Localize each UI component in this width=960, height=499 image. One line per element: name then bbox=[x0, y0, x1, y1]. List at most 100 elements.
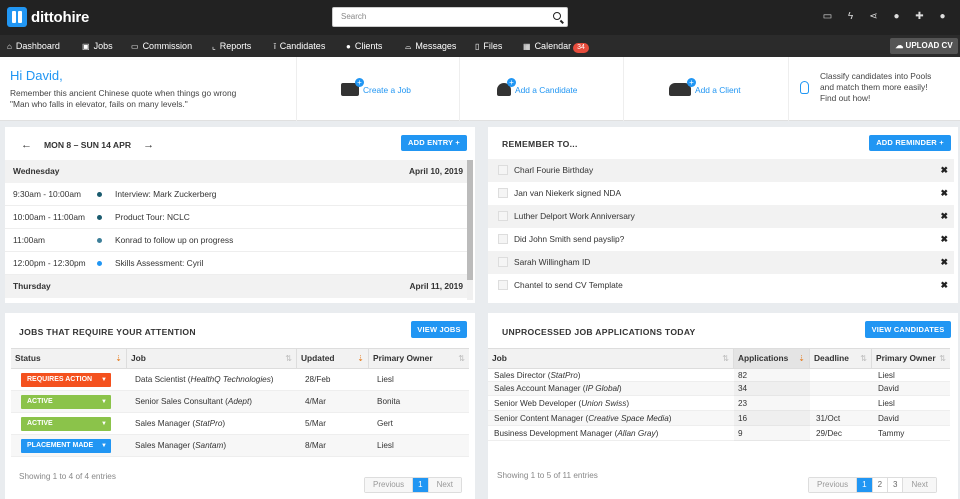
col-status[interactable]: Status ⇣ bbox=[11, 349, 127, 368]
company-name: StatPro bbox=[550, 371, 578, 380]
reminder-checkbox[interactable] bbox=[498, 234, 508, 244]
next-week-arrow-icon[interactable]: → bbox=[143, 139, 154, 151]
event-title: Interview: Mark Zuckerberg bbox=[115, 189, 217, 199]
applications-cell: 9 bbox=[734, 426, 810, 441]
table-row[interactable]: ACTIVE ▼ Sales Manager (StatPro) 5/Mar Ge… bbox=[11, 413, 469, 435]
reminder-checkbox[interactable] bbox=[498, 280, 508, 290]
prev-week-arrow-icon[interactable]: ← bbox=[21, 139, 32, 151]
bolt-icon[interactable]: ϟ bbox=[839, 11, 862, 23]
table-row[interactable]: Business Development Manager (Allan Gray… bbox=[488, 426, 950, 441]
add-client-link[interactable]: + Add a Client bbox=[669, 78, 741, 96]
nav-dashboard[interactable]: ⌂ Dashboard bbox=[7, 35, 60, 57]
create-job-link[interactable]: + Create a Job bbox=[341, 78, 411, 96]
applications-title: UNPROCESSED JOB APPLICATIONS TODAY bbox=[502, 327, 696, 337]
col-job[interactable]: Job ⇅ bbox=[488, 349, 734, 368]
col-owner[interactable]: Primary Owner ⇅ bbox=[872, 349, 950, 368]
close-icon[interactable]: ✖ bbox=[940, 159, 948, 182]
status-dropdown[interactable]: ACTIVE ▼ bbox=[21, 395, 111, 409]
event-dot-icon bbox=[97, 215, 102, 220]
event-time: 9:30am - 10:00am bbox=[13, 189, 81, 199]
user-icon[interactable]: ● bbox=[931, 11, 954, 23]
nav-messages[interactable]: ⌓ Messages bbox=[405, 35, 456, 57]
col-label: Applications bbox=[738, 353, 789, 363]
updated-cell: 28/Feb bbox=[305, 375, 331, 384]
reminder-item: Jan van Niekerk signed NDA ✖ bbox=[488, 182, 954, 205]
reminder-checkbox[interactable] bbox=[498, 257, 508, 267]
close-icon[interactable]: ✖ bbox=[940, 251, 948, 274]
view-jobs-button[interactable]: VIEW JOBS bbox=[411, 321, 467, 338]
plus-icon[interactable]: ✚ bbox=[908, 11, 931, 23]
applications-pagination: Previous 1 2 3 Next bbox=[808, 477, 937, 493]
jobs-entries-info: Showing 1 to 4 of 4 entries bbox=[19, 472, 116, 481]
calendar-event[interactable]: 12:00pm - 12:30pm Skills Assessment: Cyr… bbox=[5, 252, 471, 275]
close-icon[interactable]: ✖ bbox=[940, 205, 948, 228]
nav-reports[interactable]: ⌞ Reports bbox=[212, 35, 251, 57]
page-button[interactable]: 1 bbox=[413, 478, 429, 492]
nav-calendar[interactable]: ▦ Calendar 34 bbox=[523, 35, 589, 57]
table-row[interactable]: Senior Content Manager (Creative Space M… bbox=[488, 411, 950, 426]
col-job[interactable]: Job ⇅ bbox=[127, 349, 297, 368]
prev-page-button[interactable]: Previous bbox=[809, 478, 858, 492]
prev-page-button[interactable]: Previous bbox=[365, 478, 414, 492]
close-icon[interactable]: ✖ bbox=[940, 274, 948, 297]
status-dropdown[interactable]: ACTIVE ▼ bbox=[21, 417, 111, 431]
owner-cell: Gert bbox=[377, 419, 393, 428]
cloud-upload-icon: ☁ bbox=[895, 41, 906, 50]
status-dropdown[interactable]: PLACEMENT MADE ▼ bbox=[21, 439, 111, 453]
table-row[interactable]: PLACEMENT MADE ▼ Sales Manager (Santam) 8… bbox=[11, 435, 469, 457]
nav-clients[interactable]: ● Clients bbox=[346, 35, 382, 57]
status-dropdown[interactable]: REQUIRES ACTION ▼ bbox=[21, 373, 111, 387]
table-row[interactable]: Sales Account Manager (IP Global) 34 Dav… bbox=[488, 382, 950, 396]
nav-commission[interactable]: ▭ Commission bbox=[131, 35, 192, 57]
col-applications[interactable]: Applications ⇣ bbox=[734, 349, 810, 368]
view-candidates-button[interactable]: VIEW CANDIDATES bbox=[865, 321, 951, 338]
share-icon[interactable]: ⋖ bbox=[862, 11, 885, 23]
briefcase-icon: ▣ bbox=[82, 42, 90, 51]
col-owner[interactable]: Primary Owner ⇅ bbox=[369, 349, 469, 368]
col-updated[interactable]: Updated ⇣ bbox=[297, 349, 369, 368]
caret-down-icon: ▼ bbox=[101, 399, 107, 405]
table-row[interactable]: Sales Director (StatPro) 82 Liesl bbox=[488, 369, 950, 382]
day-date: April 11, 2019 bbox=[409, 281, 463, 291]
col-deadline[interactable]: Deadline ⇅ bbox=[810, 349, 872, 368]
reminder-text: Luther Delport Work Anniversary bbox=[514, 211, 635, 221]
top-bar: dittohire Search ▭ ϟ ⋖ ● ✚ ● bbox=[0, 0, 960, 35]
event-dot-icon bbox=[97, 261, 102, 266]
nav-files[interactable]: ▯ Files bbox=[475, 35, 502, 57]
reminder-checkbox[interactable] bbox=[498, 211, 508, 221]
search-icon[interactable] bbox=[553, 12, 561, 20]
add-reminder-button[interactable]: ADD REMINDER + bbox=[869, 135, 951, 151]
next-page-button[interactable]: Next bbox=[903, 478, 936, 492]
monitor-icon[interactable]: ▭ bbox=[816, 11, 839, 23]
calendar-event[interactable]: 11:00am Konrad to follow up on progress bbox=[5, 229, 471, 252]
table-row[interactable]: Senior Web Developer (Union Swiss) 23 Li… bbox=[488, 396, 950, 411]
add-entry-button[interactable]: ADD ENTRY + bbox=[401, 135, 467, 151]
page-button[interactable]: 2 bbox=[872, 478, 889, 492]
pools-tip[interactable]: Classify candidates into Pools and match… bbox=[800, 71, 950, 104]
nav-candidates[interactable]: ǐ Candidates bbox=[274, 35, 325, 57]
owner-cell: Liesl bbox=[878, 371, 895, 380]
next-page-button[interactable]: Next bbox=[428, 478, 462, 492]
close-icon[interactable]: ✖ bbox=[940, 182, 948, 205]
close-icon[interactable]: ✖ bbox=[940, 228, 948, 251]
reminder-checkbox[interactable] bbox=[498, 165, 508, 175]
page-button[interactable]: 1 bbox=[857, 478, 873, 492]
calendar-scrollbar[interactable] bbox=[467, 160, 473, 300]
reminder-checkbox[interactable] bbox=[498, 188, 508, 198]
logo[interactable]: dittohire bbox=[7, 7, 89, 27]
calendar-event[interactable]: 9:30am - 10:00am Interview: Mark Zuckerb… bbox=[5, 183, 471, 206]
quote-line: "Man who falls in elevator, fails on man… bbox=[10, 99, 188, 109]
owner-cell: Liesl bbox=[878, 399, 895, 408]
add-candidate-link[interactable]: + Add a Candidate bbox=[497, 78, 577, 96]
upload-cv-button[interactable]: ☁ UPLOAD CV bbox=[890, 38, 958, 54]
table-row[interactable]: REQUIRES ACTION ▼ Data Scientist (HealthQ… bbox=[11, 369, 469, 391]
page-button[interactable]: 3 bbox=[888, 478, 904, 492]
bell-icon[interactable]: ● bbox=[885, 11, 908, 23]
nav-jobs[interactable]: ▣ Jobs bbox=[82, 35, 113, 57]
money-icon: ▭ bbox=[131, 42, 139, 51]
scrollbar-thumb[interactable] bbox=[467, 160, 473, 280]
status-label: ACTIVE bbox=[27, 398, 53, 405]
search-input[interactable]: Search bbox=[332, 7, 568, 27]
table-row[interactable]: ACTIVE ▼ Senior Sales Consultant (Adept) … bbox=[11, 391, 469, 413]
calendar-event[interactable]: 10:00am - 11:00am Product Tour: NCLC bbox=[5, 206, 471, 229]
